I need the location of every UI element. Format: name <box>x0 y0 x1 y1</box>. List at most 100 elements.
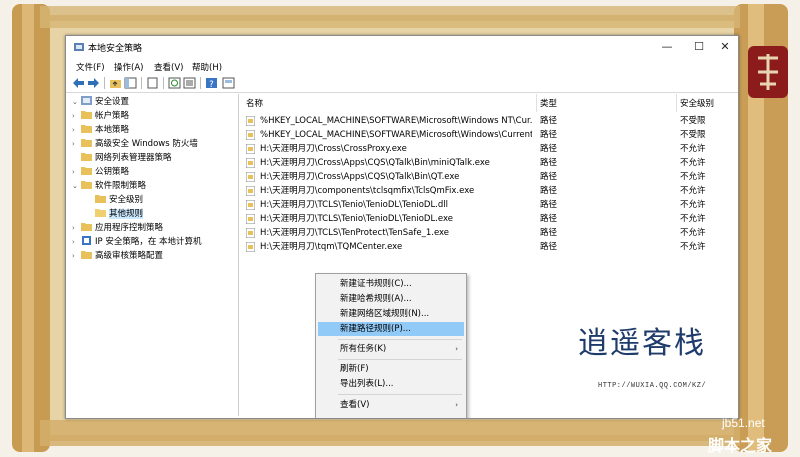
folder-open-icon <box>95 209 106 217</box>
ctx-new-cert-rule[interactable]: 新建证书规则(C)... <box>318 277 464 291</box>
up-folder-icon[interactable] <box>109 77 122 89</box>
ctx-refresh[interactable]: 刷新(F) <box>318 362 464 376</box>
table-row[interactable]: H:\天涯明月刀\Cross\CrossProxy.exe 路径 不允许 <box>242 142 736 156</box>
tree-node-network-list-manager[interactable]: 网络列表管理器策略 <box>72 152 172 165</box>
rule-file-icon <box>246 186 255 196</box>
tree-node-account-policies[interactable]: › 帐户策略 <box>72 110 129 123</box>
cell-security-level: 不受限 <box>680 116 706 126</box>
rule-file-icon <box>246 144 255 154</box>
expand-arrow-icon[interactable]: ⌄ <box>72 96 81 109</box>
expand-arrow-icon[interactable]: › <box>72 124 81 137</box>
toolbar-separator <box>141 77 142 89</box>
tree-node-label: 安全级别 <box>109 195 144 205</box>
ctx-separator <box>338 359 462 360</box>
ctx-new-hash-rule[interactable]: 新建哈希规则(A)... <box>318 292 464 306</box>
column-divider[interactable] <box>676 94 677 112</box>
menu-help[interactable]: 帮助(H) <box>192 61 222 73</box>
back-arrow-icon[interactable] <box>72 77 85 89</box>
expand-arrow-icon[interactable]: › <box>72 236 81 249</box>
ctx-new-path-rule[interactable]: 新建路径规则(P)... <box>318 322 464 336</box>
tree-node-local-policies[interactable]: › 本地策略 <box>72 124 129 137</box>
cell-type: 路径 <box>540 200 558 210</box>
cell-name: H:\天涯明月刀\components\tclsqmfix\TclsQmFix.… <box>260 186 475 196</box>
submenu-arrow-icon: › <box>455 401 458 409</box>
table-row[interactable]: H:\天涯明月刀\TCLS\TenProtect\TenSafe_1.exe 路径… <box>242 226 736 240</box>
folder-icon <box>95 195 106 203</box>
refresh-icon[interactable] <box>168 77 181 89</box>
ctx-new-zone-rule[interactable]: 新建网络区域规则(N)... <box>318 307 464 321</box>
submenu-arrow-icon: › <box>455 345 458 353</box>
ctx-label: 新建哈希规则(A)... <box>340 294 412 304</box>
column-header-type[interactable]: 类型 <box>540 98 557 111</box>
expand-arrow-icon[interactable]: › <box>72 250 81 263</box>
folder-icon <box>81 153 92 161</box>
ctx-label: 导出列表(L)... <box>340 379 394 389</box>
export-list-icon[interactable] <box>183 77 196 89</box>
close-button[interactable]: ✕ <box>714 39 736 55</box>
properties-icon[interactable] <box>222 77 235 89</box>
ctx-export-list[interactable]: 导出列表(L)... <box>318 377 464 391</box>
tree-node-label: 应用程序控制策略 <box>95 223 164 233</box>
table-row[interactable]: %HKEY_LOCAL_MACHINE\SOFTWARE\Microsoft\W… <box>242 128 736 142</box>
tree-node-software-restriction[interactable]: ⌄ 软件限制策略 <box>72 180 146 193</box>
table-row[interactable]: %HKEY_LOCAL_MACHINE\SOFTWARE\Microsoft\W… <box>242 114 736 128</box>
folder-icon <box>81 181 92 189</box>
column-header-security-level[interactable]: 安全级别 <box>680 98 714 111</box>
expand-arrow-icon[interactable]: › <box>72 166 81 179</box>
forward-arrow-icon[interactable] <box>87 77 100 89</box>
cell-name: H:\天涯明月刀\TCLS\Tenio\TenioDL\TenioDL.dll <box>260 200 448 210</box>
menu-bar: 文件(F) 操作(A) 查看(V) 帮助(H) <box>66 59 738 73</box>
expand-arrow-icon[interactable]: › <box>72 222 81 235</box>
cell-name: %HKEY_LOCAL_MACHINE\SOFTWARE\Microsoft\W… <box>260 116 532 126</box>
cell-security-level: 不允许 <box>680 242 706 252</box>
show-hide-tree-icon[interactable] <box>124 77 137 89</box>
rule-file-icon <box>246 228 255 238</box>
tree-node-ip-security-policies[interactable]: › IP 安全策略，在 本地计算机 <box>72 236 202 249</box>
ctx-label: 新建网络区域规则(N)... <box>340 309 430 319</box>
toolbar-separator <box>163 77 164 89</box>
table-row[interactable]: H:\天涯明月刀\Cross\Apps\CQS\QTalk\Bin\miniQT… <box>242 156 736 170</box>
ctx-all-tasks[interactable]: 所有任务(K) › <box>318 342 464 356</box>
tree-node-additional-rules[interactable]: 其他规则 <box>86 208 144 221</box>
tree-node-security-settings[interactable]: ⌄ 安全设置 <box>72 96 129 109</box>
folder-icon <box>81 251 92 259</box>
rule-file-icon <box>246 214 255 224</box>
toolbar-separator <box>200 77 201 89</box>
table-row[interactable]: H:\天涯明月刀\components\tclsqmfix\TclsQmFix.… <box>242 184 736 198</box>
cell-security-level: 不允许 <box>680 144 706 154</box>
folder-icon <box>81 125 92 133</box>
cell-type: 路径 <box>540 172 558 182</box>
expand-arrow-icon[interactable]: › <box>72 110 81 123</box>
table-row[interactable]: H:\天涯明月刀\tqm\TQMCenter.exe 路径 不允许 <box>242 240 736 254</box>
cell-name: H:\天涯明月刀\Cross\Apps\CQS\QTalk\Bin\QT.exe <box>260 172 460 182</box>
table-row[interactable]: H:\天涯明月刀\Cross\Apps\CQS\QTalk\Bin\QT.exe… <box>242 170 736 184</box>
cell-security-level: 不允许 <box>680 186 706 196</box>
menu-action[interactable]: 操作(A) <box>114 61 143 73</box>
menu-view[interactable]: 查看(V) <box>154 61 183 73</box>
tree-node-label-selected: 其他规则 <box>109 209 144 219</box>
column-divider[interactable] <box>536 94 537 112</box>
delete-icon[interactable] <box>146 77 159 89</box>
menu-file[interactable]: 文件(F) <box>76 61 105 73</box>
help-icon[interactable]: ? <box>205 77 218 89</box>
tree-node-label: 网络列表管理器策略 <box>95 153 172 163</box>
tree-node-public-key-policies[interactable]: › 公钥策略 <box>72 166 129 179</box>
minimize-button[interactable]: — <box>656 39 678 55</box>
maximize-button[interactable]: ☐ <box>688 39 710 55</box>
tree-node-label: 高级审核策略配置 <box>95 251 164 261</box>
column-header-name[interactable]: 名称 <box>246 98 263 111</box>
tree-node-security-levels[interactable]: 安全级别 <box>86 194 143 207</box>
cell-type: 路径 <box>540 228 558 238</box>
tree-node-label: 公钥策略 <box>95 167 130 177</box>
tree-node-label: IP 安全策略，在 本地计算机 <box>95 237 202 247</box>
context-menu: 新建证书规则(C)... 新建哈希规则(A)... 新建网络区域规则(N)...… <box>315 273 467 418</box>
expand-arrow-icon[interactable]: › <box>72 138 81 151</box>
table-row[interactable]: H:\天涯明月刀\TCLS\Tenio\TenioDL\TenioDL.exe 路… <box>242 212 736 226</box>
tree-node-advanced-audit[interactable]: › 高级审核策略配置 <box>72 250 163 263</box>
table-row[interactable]: H:\天涯明月刀\TCLS\Tenio\TenioDL\TenioDL.dll 路… <box>242 198 736 212</box>
collapse-arrow-icon[interactable]: ⌄ <box>72 180 81 193</box>
tree-node-windows-firewall[interactable]: › 高级安全 Windows 防火墙 <box>72 138 198 151</box>
ctx-view[interactable]: 查看(V) › <box>318 398 464 412</box>
ctx-separator <box>338 394 462 395</box>
tree-node-app-control-policies[interactable]: › 应用程序控制策略 <box>72 222 163 235</box>
